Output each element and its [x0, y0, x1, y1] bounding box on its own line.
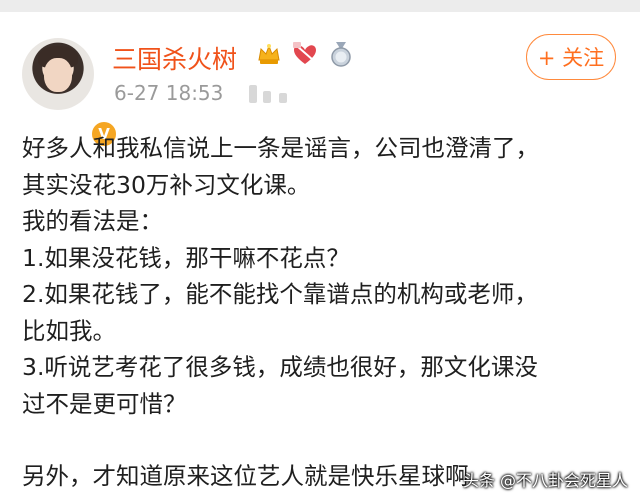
post-meta: 6-27 18:53: [114, 81, 309, 105]
medal-badge-icon[interactable]: [327, 40, 355, 68]
badge-row: [255, 40, 355, 68]
post-body: 好多人和我私信说上一条是谣言，公司也澄清了， 其实没花30万补习文化课。 我的看…: [22, 130, 632, 495]
post-line: 好多人和我私信说上一条是谣言，公司也澄清了，: [22, 134, 539, 162]
post-line: 其实没花30万补习文化课。: [22, 170, 311, 199]
blurred-source: [249, 81, 309, 105]
post-line: 1.如果没花钱，那干嘛不花点？: [22, 243, 350, 272]
post-line: 我的看法是：: [22, 207, 163, 235]
post-line: 过不是更可惜？: [22, 389, 187, 418]
username[interactable]: 三国杀火树: [112, 40, 237, 76]
top-bar: [0, 0, 640, 12]
post-line: 比如我。: [22, 316, 116, 345]
avatar-face: [44, 58, 72, 92]
heart-badge-icon[interactable]: [291, 40, 319, 68]
follow-button[interactable]: + 关注: [526, 34, 616, 80]
post-timestamp: 6-27 18:53: [114, 81, 224, 105]
post-line: 2.如果花钱了，能不能找个靠谱点的机构或老师，: [22, 280, 538, 308]
crown-badge-icon[interactable]: [255, 40, 283, 68]
watermark: 头条 @不八卦会死星人: [462, 471, 628, 490]
post-line: 3.听说艺考花了很多钱，成绩也很好，那文化课没: [22, 353, 538, 381]
avatar[interactable]: V: [22, 38, 118, 148]
